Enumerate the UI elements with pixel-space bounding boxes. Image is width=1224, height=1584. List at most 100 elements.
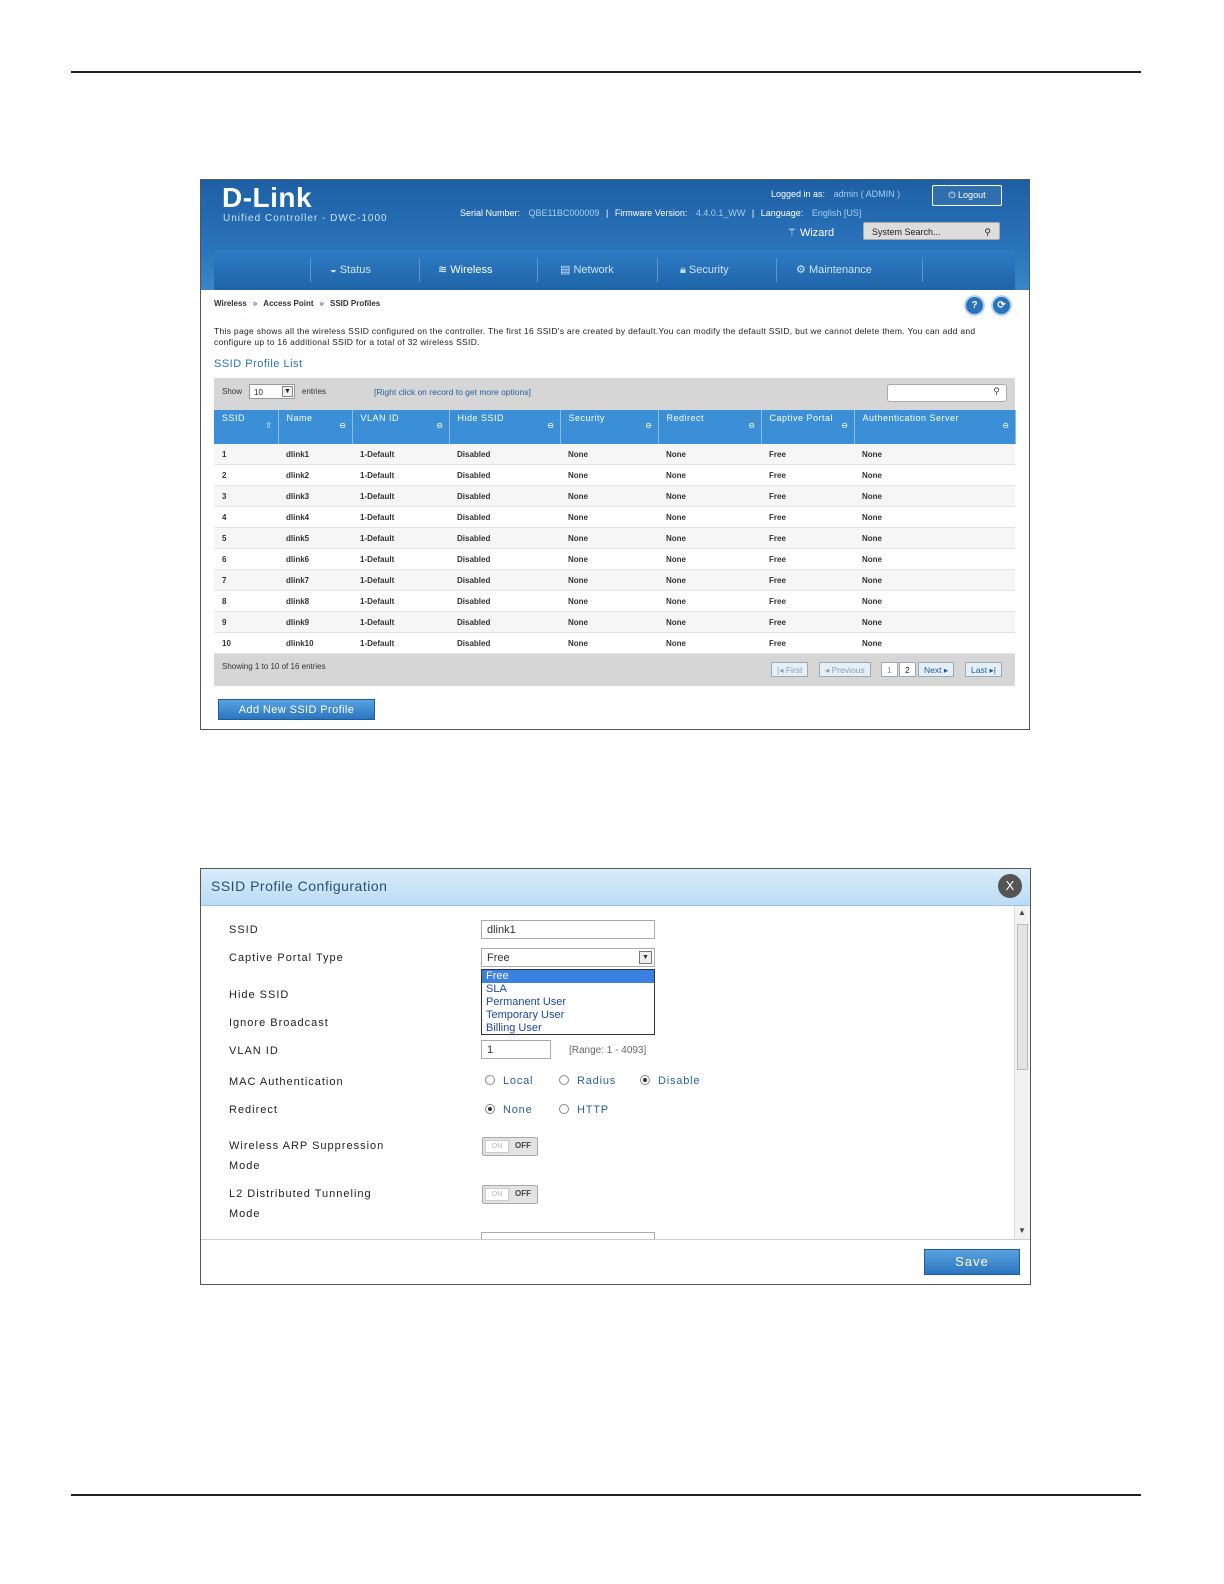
table-cell: None [658, 444, 761, 465]
nav-security[interactable]: 🔒︎ Security [680, 250, 729, 290]
help-icon[interactable]: ? [966, 297, 983, 314]
lock-icon: 🔒︎ [680, 264, 686, 276]
pager-previous[interactable]: ◂ Previous [819, 662, 871, 677]
mac-authentication-label: MAC Authentication [229, 1076, 344, 1088]
option-temporary-user[interactable]: Temporary User [482, 1009, 654, 1022]
logout-label: Logout [958, 190, 986, 200]
table-cell: 3 [214, 485, 278, 507]
column-header[interactable]: Authentication Server ⊖ [854, 410, 1016, 444]
nav-maintenance[interactable]: ⚙ Maintenance [796, 250, 872, 290]
content-area: Wireless» Access Point» SSID Profiles ? ⟳ … [214, 290, 1016, 728]
column-header[interactable]: Captive Portal ⊖ [761, 410, 855, 444]
mac-auth-disable-radio[interactable]: Disable [640, 1075, 700, 1087]
search-icon: ⚲ [993, 386, 1000, 396]
table-search-input[interactable]: ⚲ [887, 384, 1007, 402]
table-row[interactable]: 3 dlink3 1-Default Disabled None None Free None [214, 485, 1015, 507]
app-header: D-Link Unified Controller - DWC-1000 Log… [201, 180, 1029, 290]
captive-portal-type-value: Free [487, 952, 510, 964]
arp-suppression-toggle[interactable]: ON OFF [482, 1137, 538, 1156]
option-free[interactable]: Free [482, 970, 654, 983]
system-search-input[interactable]: System Search... ⚲ [863, 222, 1000, 240]
table-cell: None [560, 444, 658, 465]
table-cell: None [658, 590, 761, 612]
redirect-none-radio[interactable]: None [485, 1104, 533, 1116]
scroll-down-icon[interactable]: ▼ [1018, 1226, 1026, 1235]
logged-in-info: Logged in as: admin ( ADMIN ) [771, 189, 900, 199]
table-cell: dlink4 [278, 506, 352, 528]
nav-divider [419, 258, 420, 282]
sort-icon: ⊖ [841, 421, 849, 430]
nav-wireless-label: Wireless [450, 264, 493, 276]
toggle-knob: ON [485, 1140, 509, 1153]
option-permanent-user[interactable]: Permanent User [482, 996, 654, 1009]
table-row[interactable]: 4 dlink4 1-Default Disabled None None Free None [214, 506, 1015, 528]
table-cell: 6 [214, 548, 278, 570]
entries-select[interactable]: 10 ▼ [249, 384, 295, 399]
pager-first[interactable]: |◂ First [771, 662, 809, 677]
wizard-link[interactable]: ⚚ Wizard [787, 226, 834, 239]
table-cell: None [560, 506, 658, 528]
option-sla[interactable]: SLA [482, 983, 654, 996]
table-row[interactable]: 1 dlink1 1-Default Disabled None None Free None [214, 444, 1015, 465]
breadcrumb-ssid-profiles: SSID Profiles [330, 299, 381, 308]
l2-tunneling-toggle[interactable]: ON OFF [482, 1185, 538, 1204]
ssid-profiles-screenshot: D-Link Unified Controller - DWC-1000 Log… [200, 179, 1030, 730]
vlan-id-input[interactable]: 1 [481, 1040, 551, 1059]
table-cell: Free [761, 548, 854, 570]
captive-portal-type-select[interactable]: Free ▼ [481, 948, 655, 967]
mac-auth-radius-radio[interactable]: Radius [559, 1075, 616, 1087]
table-cell: None [658, 527, 761, 549]
pager-page-1[interactable]: 1 [881, 662, 898, 677]
table-row[interactable]: 5 dlink5 1-Default Disabled None None Free None [214, 527, 1015, 549]
breadcrumb-wireless[interactable]: Wireless [214, 299, 247, 308]
nav-wireless[interactable]: ≋ Wireless [438, 250, 492, 290]
table-cell: dlink1 [278, 444, 352, 465]
table-cell: 2 [214, 464, 278, 486]
scroll-thumb[interactable] [1017, 924, 1028, 1070]
table-row[interactable]: 9 dlink9 1-Default Disabled None None Free None [214, 611, 1015, 633]
table-row[interactable]: 10 dlink10 1-Default Disabled None None Free No… [214, 632, 1015, 654]
pager-page-2[interactable]: 2 [899, 662, 916, 677]
breadcrumb: Wireless» Access Point» SSID Profiles [214, 299, 381, 308]
table-row[interactable]: 2 dlink2 1-Default Disabled None None Free None [214, 464, 1015, 486]
column-header[interactable]: Security ⊖ [560, 410, 659, 444]
toggle-knob: ON [485, 1188, 509, 1201]
table-cell: Disabled [449, 464, 560, 486]
column-header[interactable]: Hide SSID ⊖ [449, 410, 561, 444]
column-header[interactable]: Redirect ⊖ [658, 410, 762, 444]
close-button[interactable]: X [998, 874, 1022, 898]
table-row[interactable]: 8 dlink8 1-Default Disabled None None Free None [214, 590, 1015, 612]
redirect-http-radio[interactable]: HTTP [559, 1104, 609, 1116]
logout-button[interactable]: ⏻ Logout [932, 185, 1002, 206]
breadcrumb-access-point[interactable]: Access Point [263, 299, 313, 308]
show-label: Show [222, 387, 243, 396]
search-placeholder: System Search... [872, 227, 941, 237]
column-header-label: Authentication Server [862, 413, 960, 423]
table-footer: Showing 1 to 10 of 16 entries |◂ First ◂… [214, 654, 1015, 686]
ssid-input[interactable]: dlink1 [481, 920, 655, 939]
column-header[interactable]: VLAN ID ⊖ [352, 410, 450, 444]
option-billing-user[interactable]: Billing User [482, 1022, 654, 1035]
nav-network[interactable]: ▤ Network [560, 250, 614, 290]
dialog-scrollbar[interactable]: ▲ ▼ [1014, 906, 1030, 1239]
add-ssid-profile-button[interactable]: Add New SSID Profile [218, 699, 375, 720]
column-header[interactable]: Name ⊖ [278, 410, 353, 444]
scroll-up-icon[interactable]: ▲ [1018, 908, 1026, 917]
table-row[interactable]: 6 dlink6 1-Default Disabled None None Free None [214, 548, 1015, 570]
arp-suppression-label: Wireless ARP Suppression Mode [229, 1136, 384, 1176]
pager-next[interactable]: Next ▸ [918, 662, 955, 677]
column-header[interactable]: SSID ⇧ [214, 410, 279, 444]
pager-last[interactable]: Last ▸| [965, 662, 1002, 677]
table-row[interactable]: 7 dlink7 1-Default Disabled None None Free None [214, 569, 1015, 591]
mac-auth-local-radio[interactable]: Local [485, 1075, 533, 1087]
refresh-icon[interactable]: ⟳ [993, 297, 1010, 314]
save-button[interactable]: Save [924, 1249, 1020, 1275]
dialog-header: SSID Profile Configuration X [201, 869, 1030, 906]
table-cell: dlink3 [278, 485, 352, 507]
vlan-range-hint: [Range: 1 - 4093] [569, 1045, 647, 1056]
serial-value: QBE11BC000009 [528, 208, 600, 218]
column-header-label: Security [568, 413, 606, 423]
language-select[interactable]: English [US] [812, 208, 862, 218]
partial-next-field[interactable] [481, 1232, 655, 1239]
nav-status[interactable]: ◒ Status [330, 250, 371, 290]
